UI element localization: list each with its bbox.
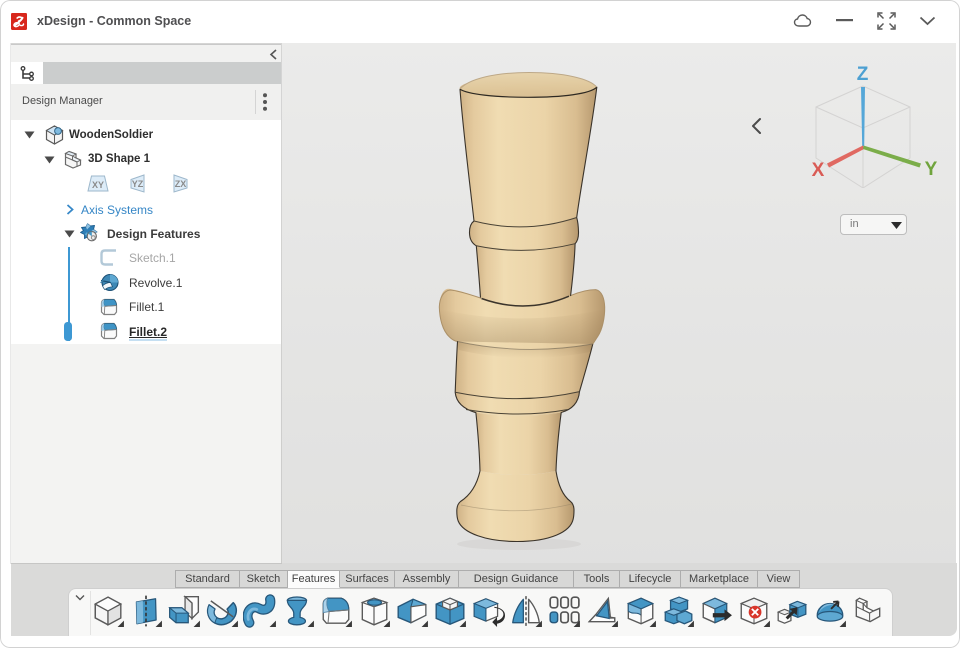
svg-text:YZ: YZ (132, 179, 144, 189)
svg-text:Z: Z (857, 64, 869, 85)
svg-text:XY: XY (92, 180, 104, 190)
svg-text:ZX: ZX (175, 179, 187, 189)
svg-text:X: X (812, 160, 825, 181)
svg-text:Y: Y (925, 159, 938, 180)
